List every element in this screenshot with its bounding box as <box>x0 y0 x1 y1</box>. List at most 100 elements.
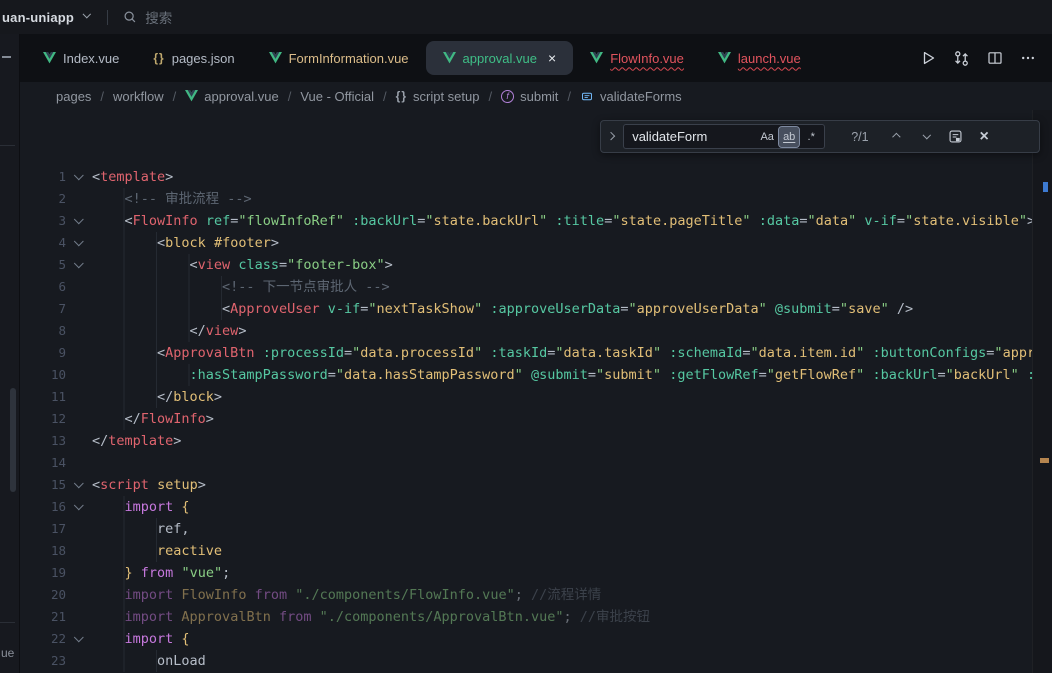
tab-launch.vue[interactable]: launch.vue <box>701 41 818 75</box>
code-token: data <box>816 213 849 229</box>
code-token: view <box>206 323 239 339</box>
code-token <box>311 609 319 625</box>
line-number: 20 <box>20 584 66 606</box>
title-bar: uan-uniapp 搜索 <box>0 0 1052 34</box>
tab-FlowInfo.vue[interactable]: FlowInfo.vue <box>573 41 701 75</box>
chevron-down-icon[interactable] <box>73 632 83 642</box>
tab-label: launch.vue <box>738 51 801 66</box>
editor-area[interactable]: validateForm Aa ab .* ?/1 × 1<template>2… <box>20 110 1052 673</box>
code-token: setup <box>157 477 198 493</box>
breadcrumb-item-vue---official[interactable]: Vue - Official <box>300 89 374 104</box>
breadcrumb-item-workflow[interactable]: workflow <box>113 89 164 104</box>
code-line-3[interactable]: 3<FlowInfo ref="flowInfoRef" :backUrl="s… <box>20 210 1052 232</box>
code-line-1[interactable]: 1<template> <box>20 166 1052 188</box>
chevron-down-icon[interactable] <box>73 236 83 246</box>
regex-button[interactable]: .* <box>801 127 821 147</box>
breadcrumb-label: Vue - Official <box>300 89 374 104</box>
line-number: 15 <box>20 474 66 496</box>
code-line-6[interactable]: 6<!-- 下一节点审批人 --> <box>20 276 1052 298</box>
code-token: " <box>368 301 376 317</box>
find-in-selection-button[interactable] <box>944 126 966 148</box>
code-line-4[interactable]: 4<block #footer> <box>20 232 1052 254</box>
tab-Index.vue[interactable]: Index.vue <box>26 41 136 75</box>
code-token: submit <box>604 367 653 383</box>
chevron-down-icon[interactable] <box>73 478 83 488</box>
code-line-2[interactable]: 2<!-- 审批流程 --> <box>20 188 1052 210</box>
tab-approval.vue[interactable]: approval.vue× <box>426 41 574 75</box>
code-line-22[interactable]: 22import { <box>20 628 1052 650</box>
code-token: " <box>881 301 889 317</box>
more-actions-button[interactable] <box>1020 50 1036 66</box>
next-match-button[interactable] <box>915 126 937 148</box>
chevron-down-icon[interactable] <box>73 170 83 180</box>
code-line-13[interactable]: 13</template> <box>20 430 1052 452</box>
line-number: 18 <box>20 540 66 562</box>
find-input[interactable]: validateForm Aa ab .* <box>623 124 825 149</box>
code-token: import <box>125 587 174 603</box>
tab-FormInformation.vue[interactable]: FormInformation.vue <box>252 41 426 75</box>
code-token: = <box>620 301 628 317</box>
code-line-11[interactable]: 11</block> <box>20 386 1052 408</box>
code-token <box>344 213 352 229</box>
code-line-7[interactable]: 7<ApproveUser v-if="nextTaskShow" :appro… <box>20 298 1052 320</box>
breadcrumb: pages/workflow/approval.vue/Vue - Offici… <box>20 82 1052 110</box>
overview-ruler[interactable] <box>1032 110 1052 673</box>
code-token: > <box>271 235 279 251</box>
code-token: " <box>840 301 848 317</box>
code-token: " <box>807 213 815 229</box>
code-token: "vue" <box>181 565 222 581</box>
breadcrumb-item-submit[interactable]: fsubmit <box>501 89 558 104</box>
sidebar-sliver[interactable]: ue <box>0 34 20 673</box>
chevron-down-icon[interactable] <box>82 10 91 19</box>
fold-gutter <box>66 210 92 232</box>
code-line-5[interactable]: 5<view class="footer-box"> <box>20 254 1052 276</box>
tab-pages.json[interactable]: {}pages.json <box>136 41 251 75</box>
breadcrumb-item-approval.vue[interactable]: approval.vue <box>185 89 278 104</box>
code-line-23[interactable]: 23onLoad <box>20 650 1052 672</box>
vscode-window: uan-uniapp 搜索 ue Index.vue{}pages.jsonFo… <box>0 0 1052 673</box>
code-line-15[interactable]: 15<script setup> <box>20 474 1052 496</box>
global-search-box[interactable]: 搜索 <box>123 7 172 27</box>
sidebar-scrollbar-thumb[interactable] <box>10 388 16 492</box>
breadcrumb-item-pages[interactable]: pages <box>56 89 91 104</box>
code-token: </ <box>92 433 108 449</box>
line-number: 12 <box>20 408 66 430</box>
indent-guides <box>92 540 157 562</box>
breadcrumb-item-script-setup[interactable]: {}script setup <box>396 89 480 104</box>
code-line-20[interactable]: 20import FlowInfo from "./components/Flo… <box>20 584 1052 606</box>
code-token: = <box>588 367 596 383</box>
close-find-button[interactable]: × <box>973 126 995 148</box>
breadcrumb-separator: / <box>288 89 292 104</box>
code-line-8[interactable]: 8</view> <box>20 320 1052 342</box>
code-token: = <box>279 257 287 273</box>
match-case-button[interactable]: Aa <box>757 127 777 147</box>
code-line-17[interactable]: 17ref, <box>20 518 1052 540</box>
toggle-replace-button[interactable] <box>608 133 614 139</box>
whole-word-button[interactable]: ab <box>779 127 799 147</box>
code-token: :backUrl <box>352 213 417 229</box>
code-token: state.visible <box>913 213 1019 229</box>
code-line-10[interactable]: 10:hasStampPassword="data.hasStampPasswo… <box>20 364 1052 386</box>
code-token: data.hasStampPassword <box>344 367 515 383</box>
close-icon[interactable]: × <box>548 51 556 65</box>
breadcrumb-item-validateforms[interactable]: validateForms <box>580 89 682 104</box>
code-line-9[interactable]: 9<ApprovalBtn :processId="data.processId… <box>20 342 1052 364</box>
run-button[interactable] <box>920 50 936 66</box>
code-line-16[interactable]: 16import { <box>20 496 1052 518</box>
code-area[interactable]: 1<template>2<!-- 审批流程 -->3<FlowInfo ref=… <box>20 110 1052 672</box>
code-line-21[interactable]: 21import ApprovalBtn from "./components/… <box>20 606 1052 628</box>
code-line-18[interactable]: 18 reactive <box>20 540 1052 562</box>
code-token: = <box>344 345 352 361</box>
code-line-19[interactable]: 19} from "vue"; <box>20 562 1052 584</box>
code-line-14[interactable]: 14 <box>20 452 1052 474</box>
previous-match-button[interactable] <box>886 126 908 148</box>
split-editor-button[interactable] <box>987 50 1003 66</box>
code-line-12[interactable]: 12</FlowInfo> <box>20 408 1052 430</box>
open-changes-button[interactable] <box>953 50 970 67</box>
chevron-down-icon[interactable] <box>73 500 83 510</box>
indent-guides <box>92 320 190 342</box>
chevron-down-icon[interactable] <box>73 214 83 224</box>
code-token: reactive <box>157 543 222 559</box>
code-token: < <box>92 477 100 493</box>
chevron-down-icon[interactable] <box>73 258 83 268</box>
